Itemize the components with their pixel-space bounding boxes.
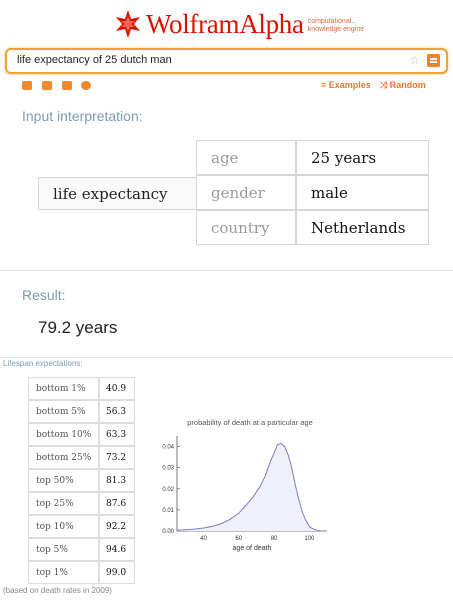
interp-key-gender: gender: [196, 175, 296, 210]
brand-name: WolframAlpha: [146, 8, 304, 39]
input-interpretation-table: life expectancy age 25 years gender male…: [38, 140, 429, 250]
camera-icon[interactable]: [81, 81, 91, 90]
lifespan-age: 81.3: [99, 469, 135, 492]
input-interpretation-title: Input interpretation:: [22, 108, 143, 124]
lifespan-percentile: bottom 5%: [28, 400, 99, 423]
x-tick-label: 40: [200, 536, 207, 542]
lifespan-age: 63.3: [99, 423, 135, 446]
y-tick-label: 0.02: [162, 487, 174, 493]
equals-icon[interactable]: [427, 54, 440, 67]
lifespan-age: 40.9: [99, 377, 135, 400]
series-area: [177, 443, 320, 531]
x-tick-label: 100: [304, 536, 315, 542]
random-link[interactable]: ⤨ Random: [380, 80, 426, 91]
lifespan-age: 94.6: [99, 538, 135, 561]
input-toolbar: ≡ Examples ⤨ Random: [22, 80, 437, 94]
tagline-line-2: knowledge engine: [307, 25, 365, 33]
lifespan-row: bottom 10% 63.3: [28, 423, 135, 446]
lifespan-age: 87.6: [99, 492, 135, 515]
random-label: Random: [389, 80, 426, 90]
y-tick-label: 0.04: [162, 445, 174, 451]
interp-value-age: 25 years: [296, 140, 429, 175]
lifespan-row: bottom 5% 56.3: [28, 400, 135, 423]
death-probability-chart: 0.00 0.01 0.02 0.03 0.04 40 60 80 100 age of deat…: [162, 436, 327, 552]
x-tick-label: 60: [235, 536, 242, 542]
search-bar: ☆: [5, 48, 448, 74]
x-axis-label: age of death: [233, 545, 272, 552]
x-tick-label: 80: [271, 536, 278, 542]
lifespan-percentile: top 10%: [28, 515, 99, 538]
lifespan-age: 73.2: [99, 446, 135, 469]
y-tick-label: 0.03: [162, 466, 174, 472]
interp-key-country: country: [196, 210, 296, 245]
lifespan-percentile: bottom 25%: [28, 446, 99, 469]
pod-divider: [0, 270, 453, 271]
brand-tagline: computational... knowledge engine: [308, 18, 364, 34]
data-upload-icon[interactable]: [62, 81, 72, 90]
lifespan-row: top 25% 87.6: [28, 492, 135, 515]
spikey-logo-icon: [116, 10, 140, 38]
lifespan-row: top 1% 99.0: [28, 561, 135, 584]
image-upload-icon[interactable]: [42, 81, 52, 90]
interp-value-gender: male: [296, 175, 429, 210]
keyboard-icon[interactable]: [22, 81, 32, 90]
lifespan-age: 99.0: [99, 561, 135, 584]
wolframalpha-logo[interactable]: WolframAlpha computational... knowledge …: [113, 8, 364, 40]
tagline-line-1: computational...: [307, 17, 358, 25]
result-title: Result:: [22, 287, 66, 303]
lifespan-age: 92.2: [99, 515, 135, 538]
lifespan-table: bottom 1% 40.9 bottom 5% 56.3 bottom 10% 63.3…: [28, 377, 135, 584]
search-input[interactable]: [17, 54, 397, 66]
interp-key-age: age: [196, 140, 296, 175]
result-value: 79.2 years: [38, 318, 118, 337]
lifespan-row: top 10% 92.2: [28, 515, 135, 538]
chart-title: probability of death at a particular age: [187, 418, 313, 427]
lifespan-percentile: top 1%: [28, 561, 99, 584]
lifespan-percentile: bottom 1%: [28, 377, 99, 400]
lifespan-age: 56.3: [99, 400, 135, 423]
interpretation-label: life expectancy: [38, 177, 200, 210]
lifespan-percentile: top 50%: [28, 469, 99, 492]
lifespan-row: bottom 1% 40.9: [28, 377, 135, 400]
examples-label: Examples: [328, 80, 371, 90]
lifespan-row: bottom 25% 73.2: [28, 446, 135, 469]
examples-link[interactable]: ≡ Examples: [321, 80, 371, 90]
lifespan-footnote: (based on death rates in 2009): [3, 586, 112, 595]
star-icon[interactable]: ☆: [409, 53, 420, 67]
lifespan-row: top 5% 94.6: [28, 538, 135, 561]
header: WolframAlpha computational... knowledge …: [0, 0, 453, 46]
lifespan-percentile: bottom 10%: [28, 423, 99, 446]
y-tick-label: 0.01: [162, 508, 174, 514]
y-tick-label: 0.00: [162, 529, 174, 535]
interp-value-country: Netherlands: [296, 210, 429, 245]
lifespan-title: Lifespan expectations:: [3, 359, 83, 368]
lifespan-percentile: top 25%: [28, 492, 99, 515]
lifespan-row: top 50% 81.3: [28, 469, 135, 492]
lifespan-percentile: top 5%: [28, 538, 99, 561]
